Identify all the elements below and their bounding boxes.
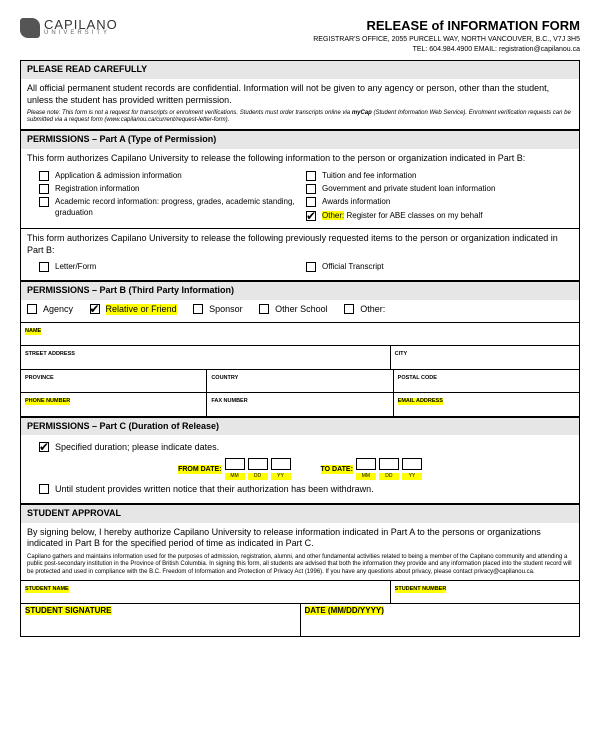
lbl-academic: Academic record information: progress, g…: [55, 197, 306, 218]
field-name[interactable]: NAME: [21, 323, 579, 345]
field-fax[interactable]: FAX NUMBER: [207, 393, 393, 415]
field-email[interactable]: EMAIL ADDRESS: [394, 393, 579, 415]
approval-head: STUDENT APPROVAL: [20, 504, 580, 523]
lbl-sponsor: Sponsor: [209, 304, 243, 316]
field-postal[interactable]: POSTAL CODE: [394, 370, 579, 392]
chk-until[interactable]: [39, 484, 49, 494]
field-phone[interactable]: PHONE NUMBER: [21, 393, 207, 415]
part-a-intro: This form authorizes Capilano University…: [27, 153, 573, 165]
note-d: ).: [226, 117, 230, 123]
confidential-text: All official permanent student records a…: [27, 83, 573, 106]
part-a-prev: This form authorizes Capilano University…: [20, 229, 580, 281]
logo: CAPILANO UNIVERSITY: [20, 18, 118, 38]
registrar-address: REGISTRAR'S OFFICE, 2055 PURCELL WAY, NO…: [313, 35, 580, 45]
chk-application[interactable]: [39, 171, 49, 181]
field-province[interactable]: PROVINCE: [21, 370, 207, 392]
from-yy[interactable]: [271, 458, 291, 470]
from-dd[interactable]: [248, 458, 268, 470]
field-student-number[interactable]: STUDENT NUMBER: [391, 581, 579, 603]
lbl-application: Application & admission information: [55, 171, 306, 181]
chk-other[interactable]: [306, 211, 316, 221]
chk-letter[interactable]: [39, 262, 49, 272]
chk-school[interactable]: [259, 304, 269, 314]
lbl-letter: Letter/Form: [55, 262, 96, 272]
prev-intro: This form authorizes Capilano University…: [27, 233, 573, 256]
lbl-relative: Relative or Friend: [106, 304, 177, 316]
read-carefully-body: All official permanent student records a…: [20, 79, 580, 130]
lbl-agency: Agency: [43, 304, 73, 316]
chk-agency[interactable]: [27, 304, 37, 314]
lbl-awards: Awards information: [322, 197, 573, 207]
approval-body: By signing below, I hereby authorize Cap…: [20, 523, 580, 581]
logo-mark: [20, 18, 40, 38]
lbl-specified: Specified duration; please indicate date…: [55, 442, 219, 454]
part-c-body: Specified duration; please indicate date…: [20, 435, 580, 504]
lbl-other-text: Register for ABE classes on my behalf: [346, 211, 482, 220]
note-a: Please note: This form is not a request …: [27, 110, 352, 116]
part-c-head: PERMISSIONS – Part C (Duration of Releas…: [20, 417, 580, 436]
part-a-head: PERMISSIONS – Part A (Type of Permission…: [20, 130, 580, 149]
logo-sub: UNIVERSITY: [44, 31, 118, 36]
chk-transcript[interactable]: [306, 262, 316, 272]
field-country[interactable]: COUNTRY: [207, 370, 393, 392]
request-form-link[interactable]: www.capilanou.ca/current/request-letter-…: [106, 117, 225, 123]
field-date[interactable]: DATE (MM/DD/YYYY): [301, 604, 580, 636]
field-city[interactable]: CITY: [391, 346, 579, 368]
field-signature[interactable]: STUDENT SIGNATURE: [21, 604, 301, 636]
chk-b-other[interactable]: [344, 304, 354, 314]
lbl-tuition: Tuition and fee information: [322, 171, 573, 181]
from-date-label: FROM DATE:: [178, 465, 221, 474]
form-title: RELEASE of INFORMATION FORM: [313, 18, 580, 35]
field-student-name[interactable]: STUDENT NAME: [21, 581, 391, 603]
to-dd[interactable]: [379, 458, 399, 470]
read-carefully-head: PLEASE READ CAREFULLY: [20, 60, 580, 79]
to-date-label: TO DATE:: [321, 465, 353, 474]
registrar-contact: TEL: 604.984.4900 EMAIL: registration@ca…: [313, 45, 580, 55]
lbl-other: Other:: [322, 211, 344, 220]
chk-awards[interactable]: [306, 197, 316, 207]
to-mm[interactable]: [356, 458, 376, 470]
chk-relative[interactable]: [90, 304, 100, 314]
chk-loan[interactable]: [306, 184, 316, 194]
note-b: myCap: [352, 110, 372, 116]
lbl-registration: Registration information: [55, 184, 306, 194]
field-street[interactable]: STREET ADDRESS: [21, 346, 391, 368]
from-mm[interactable]: [225, 458, 245, 470]
lbl-school: Other School: [275, 304, 328, 316]
part-b-opts: Agency Relative or Friend Sponsor Other …: [20, 300, 580, 324]
approval-p1: By signing below, I hereby authorize Cap…: [27, 527, 573, 550]
lbl-loan: Government and private student loan info…: [322, 184, 573, 194]
lbl-until: Until student provides written notice th…: [55, 484, 374, 496]
chk-sponsor[interactable]: [193, 304, 203, 314]
lbl-transcript: Official Transcript: [322, 262, 384, 272]
lbl-b-other: Other:: [360, 304, 385, 316]
chk-specified[interactable]: [39, 442, 49, 452]
to-yy[interactable]: [402, 458, 422, 470]
privacy-link[interactable]: privacy@capilanou.ca: [474, 569, 533, 575]
chk-registration[interactable]: [39, 184, 49, 194]
chk-tuition[interactable]: [306, 171, 316, 181]
part-b-head: PERMISSIONS – Part B (Third Party Inform…: [20, 281, 580, 300]
part-a-body: This form authorizes Capilano University…: [20, 149, 580, 229]
chk-academic[interactable]: [39, 197, 49, 207]
